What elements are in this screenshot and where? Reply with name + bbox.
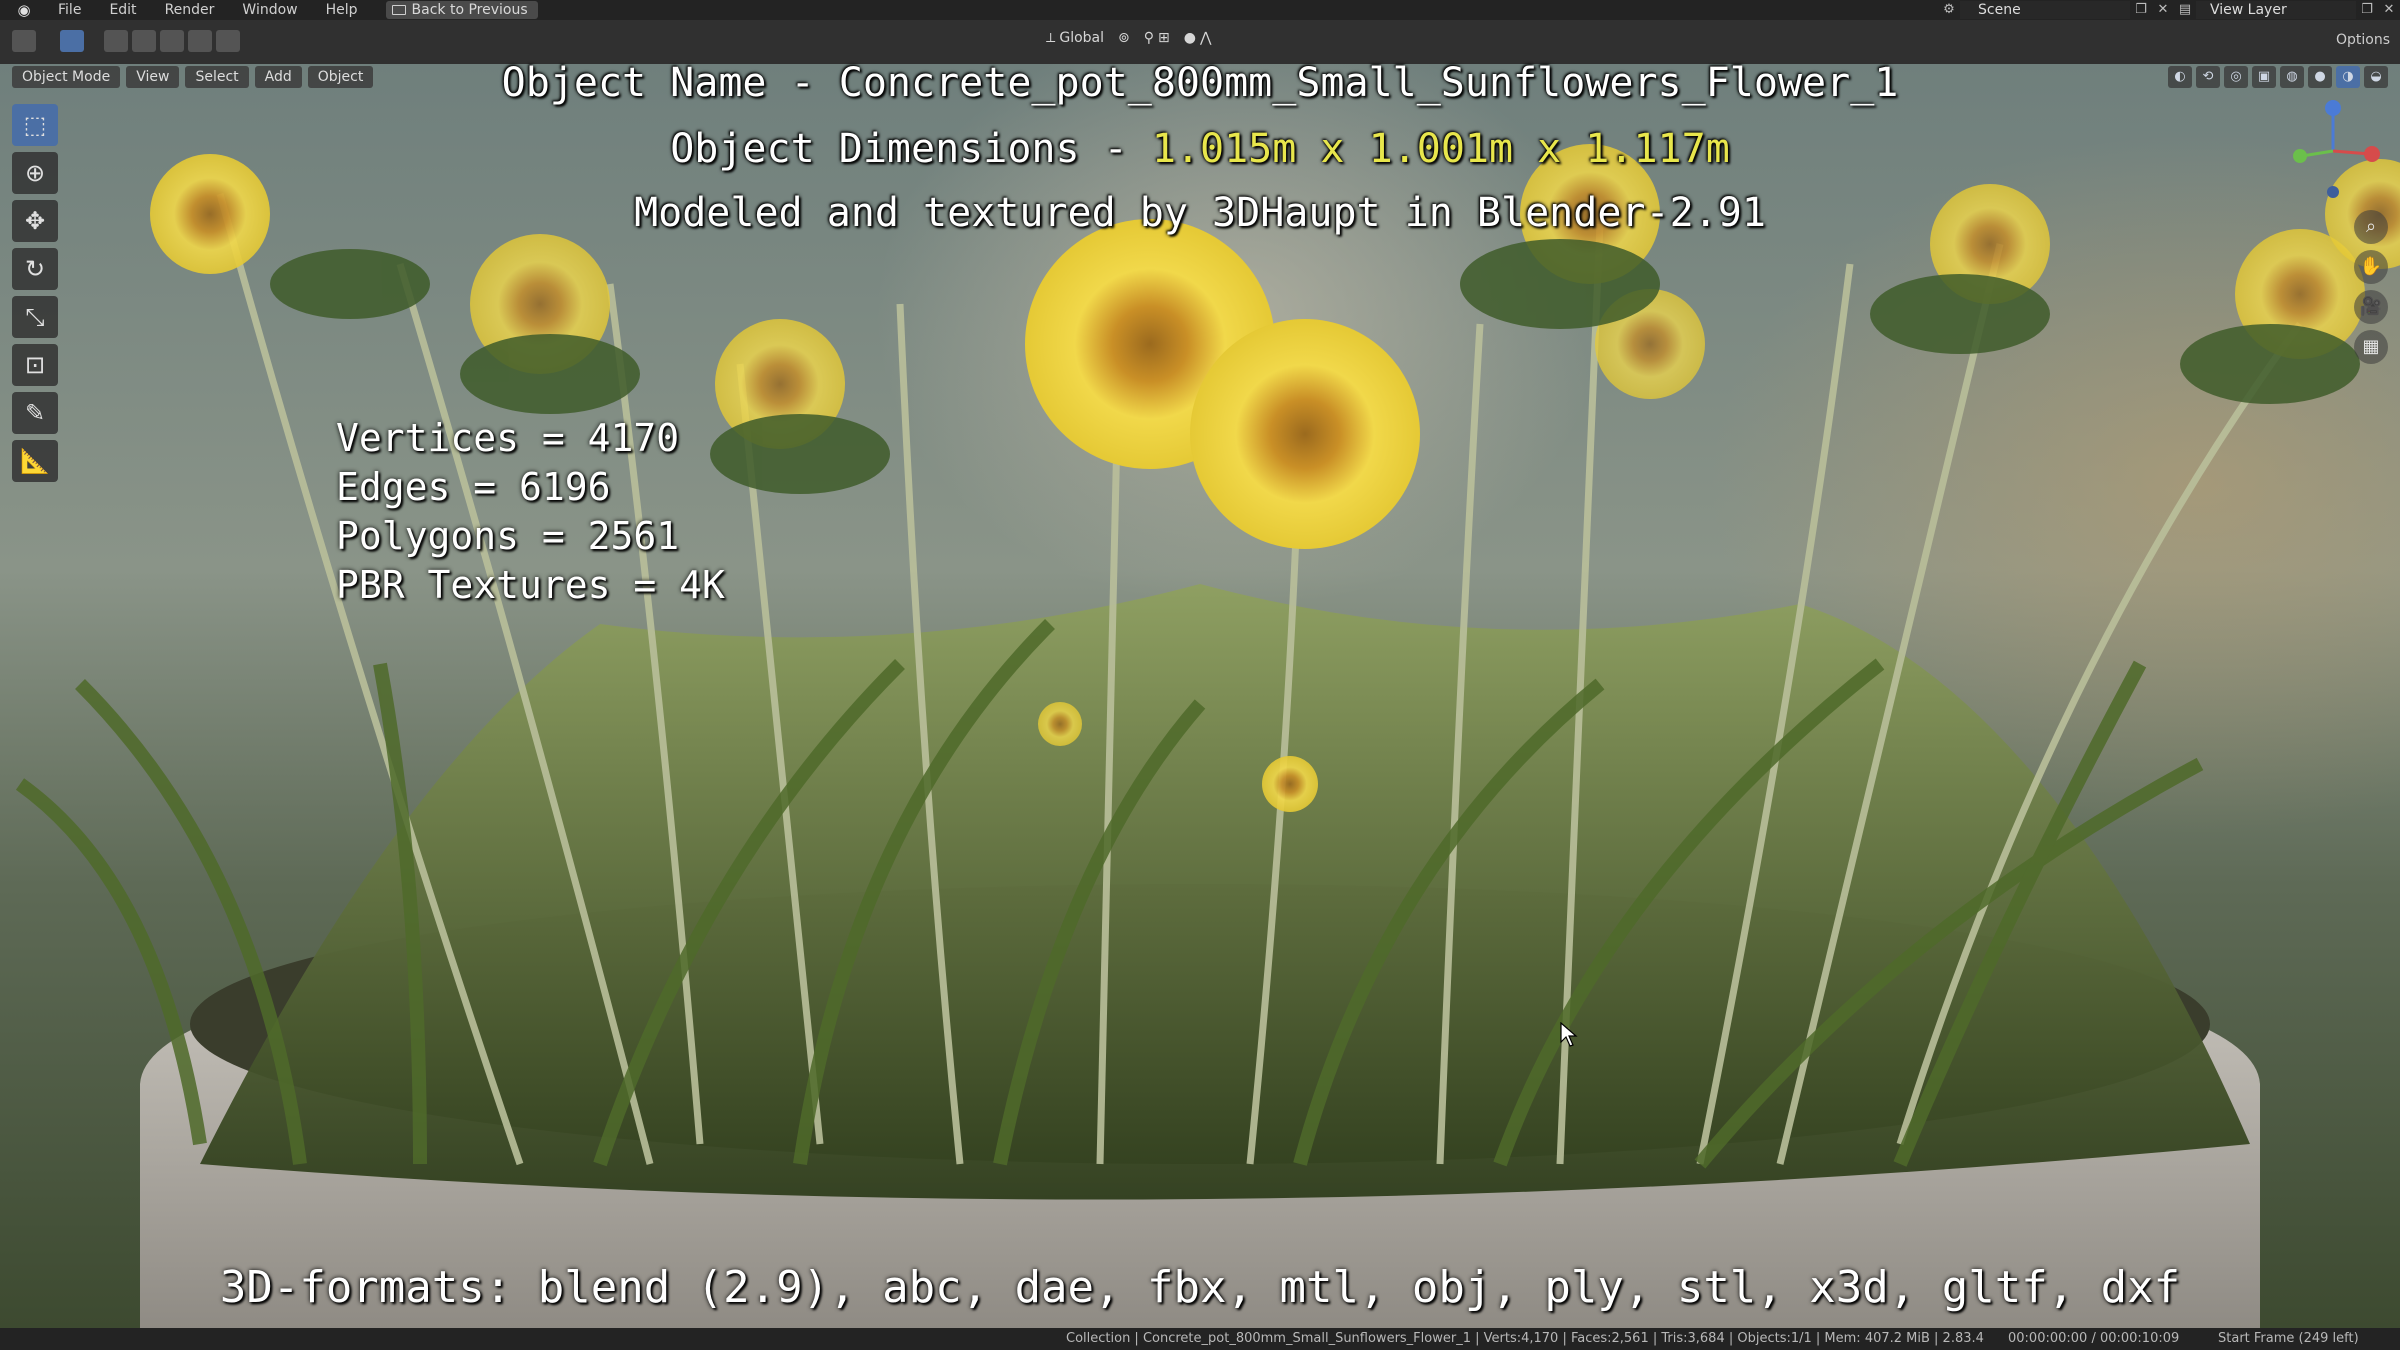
scene-render xyxy=(15,144,2400,1328)
back-to-previous-button[interactable]: Back to Previous xyxy=(385,1,538,19)
transform-tool-icon[interactable]: ⊡ xyxy=(12,344,58,386)
menu-file[interactable]: File xyxy=(44,2,95,18)
3d-viewport[interactable] xyxy=(0,64,2400,1328)
options-dropdown[interactable]: Options xyxy=(2336,32,2390,48)
remove-scene-icon[interactable]: ✕ xyxy=(2152,1,2174,19)
edges-stat: Edges = 6196 xyxy=(336,465,611,509)
snap-target-icon[interactable]: ⊞ xyxy=(1158,30,1170,46)
new-scene-icon[interactable]: ❐ xyxy=(2130,1,2152,19)
perspective-grid-icon[interactable]: ▦ xyxy=(2354,330,2388,364)
topbar-right: ⚙ Scene ❐ ✕ ▤ View Layer ❐ ✕ xyxy=(1938,0,2400,20)
camera-view-icon[interactable]: 🎥 xyxy=(2354,290,2388,324)
select-invert-icon[interactable] xyxy=(188,30,212,52)
object-name-overlay: Object Name - Concrete_pot_800mm_Small_S… xyxy=(501,60,1899,106)
header-toolbar: ⟂ Global ⊚ ⚲ ⊞ ● ⋀ Options xyxy=(0,20,2400,64)
pan-hand-icon[interactable]: ✋ xyxy=(2354,250,2388,284)
menu-render[interactable]: Render xyxy=(151,2,229,18)
scene-field[interactable]: Scene xyxy=(1960,1,2130,19)
rotate-tool-icon[interactable]: ↻ xyxy=(12,248,58,290)
grass-mass xyxy=(200,584,2250,1200)
menu-help[interactable]: Help xyxy=(312,2,372,18)
transform-orientation-dropdown[interactable]: Global xyxy=(1059,30,1104,46)
select-new-icon[interactable] xyxy=(104,30,128,52)
editor-type-group xyxy=(12,30,240,52)
blender-logo-icon[interactable]: ◉ xyxy=(12,1,36,19)
snap-icon[interactable]: ⚲ xyxy=(1144,30,1154,46)
select-intersect-icon[interactable] xyxy=(216,30,240,52)
start-frame-info: Start Frame (249 left) xyxy=(2218,1331,2359,1346)
dimensions-value: 1.015m x 1.001m x 1.117m xyxy=(1151,126,1730,172)
timecode: 00:00:00:00 / 00:00:10:09 xyxy=(2008,1331,2180,1346)
remove-view-layer-icon[interactable]: ✕ xyxy=(2378,1,2400,19)
pivot-icon[interactable]: ⊚ xyxy=(1118,30,1130,46)
polygons-stat: Polygons = 2561 xyxy=(336,514,680,558)
transform-orientation-group: ⟂ Global ⊚ ⚲ ⊞ ● ⋀ xyxy=(1046,30,1211,46)
scene-statistics: Collection | Concrete_pot_800mm_Small_Su… xyxy=(1066,1331,1984,1346)
view-layer-icon[interactable]: ▤ xyxy=(2174,1,2196,19)
dimensions-label: Object Dimensions - xyxy=(670,126,1152,172)
falloff-icon[interactable]: ⋀ xyxy=(1200,30,1211,46)
object-dimensions-overlay: Object Dimensions - 1.015m x 1.001m x 1.… xyxy=(0,126,2400,172)
measure-tool-icon[interactable]: 📐 xyxy=(12,440,58,482)
new-view-layer-icon[interactable]: ❐ xyxy=(2356,1,2378,19)
proportional-edit-icon[interactable]: ● xyxy=(1184,30,1196,46)
menu-window[interactable]: Window xyxy=(228,2,311,18)
formats-overlay: 3D-formats: blend (2.9), abc, dae, fbx, … xyxy=(219,1262,2181,1313)
view-layer-field[interactable]: View Layer xyxy=(2196,1,2356,19)
top-menu-bar: ◉ File Edit Render Window Help Back to P… xyxy=(0,0,2400,20)
textures-stat: PBR Textures = 4K xyxy=(336,563,725,607)
editor-type-icon[interactable] xyxy=(12,30,36,52)
orientation-icon: ⟂ xyxy=(1046,30,1056,46)
mouse-pointer-icon xyxy=(1560,1022,1578,1047)
modeled-by-overlay: Modeled and textured by 3DHaupt in Blend… xyxy=(634,190,1766,236)
screen-icon xyxy=(391,5,406,15)
annotate-tool-icon[interactable]: ✎ xyxy=(12,392,58,434)
select-subtract-icon[interactable] xyxy=(160,30,184,52)
status-bar: Collection | Concrete_pot_800mm_Small_Su… xyxy=(0,1328,2400,1350)
scale-tool-icon[interactable]: ⤡ xyxy=(12,296,58,338)
select-tool-icon[interactable] xyxy=(60,30,84,52)
mesh-stats-overlay: Vertices = 4170 Edges = 6196 Polygons = … xyxy=(336,414,725,610)
vertices-stat: Vertices = 4170 xyxy=(336,416,680,460)
back-to-previous-label: Back to Previous xyxy=(411,2,528,18)
select-extend-icon[interactable] xyxy=(132,30,156,52)
scene-icon[interactable]: ⚙ xyxy=(1938,1,1960,19)
menu-edit[interactable]: Edit xyxy=(95,2,150,18)
